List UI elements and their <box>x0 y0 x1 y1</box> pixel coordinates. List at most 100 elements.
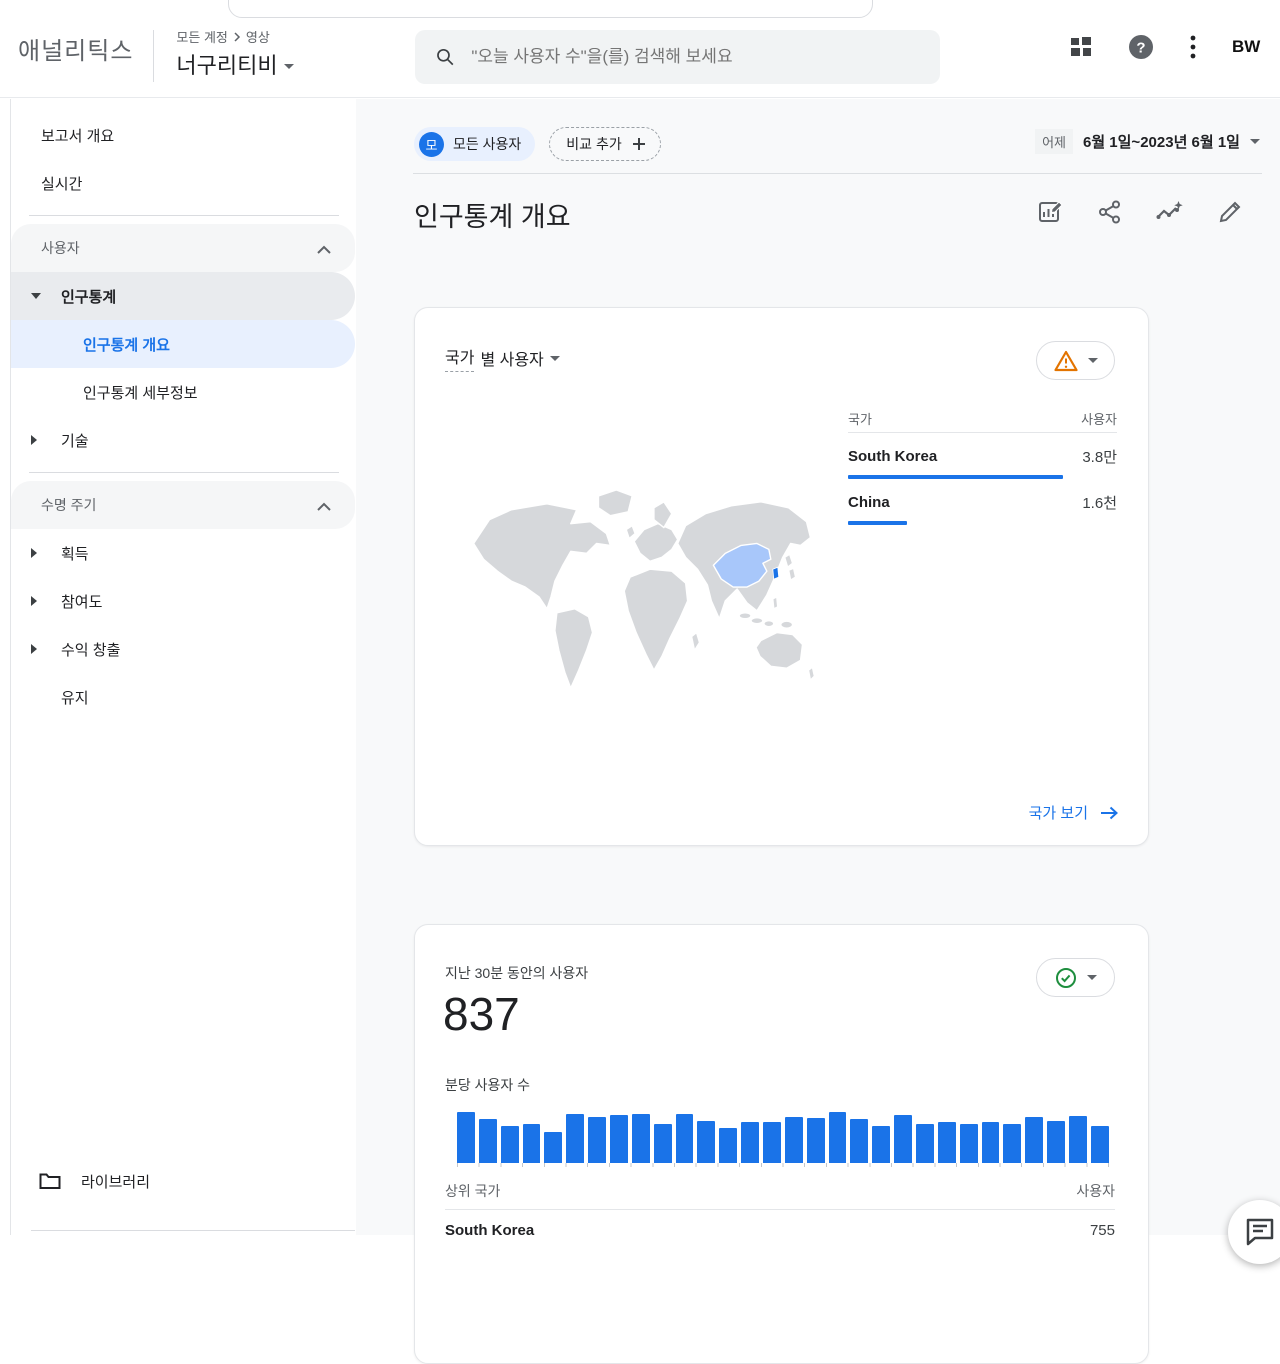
users-value: 3.8만 <box>1082 446 1117 467</box>
sidebar-item-realtime[interactable]: 실시간 <box>11 159 355 207</box>
table-row[interactable]: South Korea 755 <box>445 1222 1115 1239</box>
minute-bars <box>457 1105 1109 1163</box>
all-users-chip-avatar: 모 <box>419 132 444 157</box>
users-value: 1.6천 <box>1082 492 1117 513</box>
date-preset-badge: 어제 <box>1035 129 1073 154</box>
sidebar-item-lifecycle-section[interactable]: 수명 주기 <box>11 481 355 529</box>
table-row[interactable]: China 1.6천 <box>848 489 1117 525</box>
customize-chart-button[interactable] <box>1038 199 1064 225</box>
divider <box>848 432 1117 433</box>
map-greenland <box>598 490 632 516</box>
plus-icon <box>632 137 646 151</box>
map-south-korea-highlighted[interactable] <box>773 567 779 579</box>
add-comparison-button[interactable]: 비교 추가 <box>549 127 660 161</box>
view-countries-label: 국가 보기 <box>1029 802 1088 823</box>
minute-bar <box>982 1122 1000 1163</box>
all-users-chip-label: 모든 사용자 <box>453 134 521 154</box>
sidebar-item-label: 인구통계 개요 <box>83 334 170 355</box>
more-options-button[interactable] <box>1190 35 1196 59</box>
data-quality-button[interactable] <box>1036 341 1115 380</box>
sidebar-divider <box>29 215 339 216</box>
triangle-right-icon[interactable] <box>31 548 37 558</box>
account-breadcrumb[interactable]: 모든 계정 영상 너구리티비 <box>176 17 293 80</box>
country-name: China <box>848 494 890 511</box>
minute-bar <box>632 1114 650 1163</box>
country-bar <box>848 475 1063 479</box>
add-comparison-label: 비교 추가 <box>566 134 621 154</box>
users-per-minute-chart[interactable] <box>457 1105 1109 1167</box>
apps-grid-icon <box>1070 36 1092 58</box>
minute-bar <box>1003 1124 1021 1163</box>
sidebar-item-user-section[interactable]: 사용자 <box>11 224 355 272</box>
avatar[interactable]: BW <box>1232 37 1272 57</box>
sidebar-item-demographic-details[interactable]: 인구통계 세부정보 <box>11 368 355 416</box>
column-country: 국가 <box>848 409 872 428</box>
world-map[interactable] <box>459 486 837 694</box>
feedback-button[interactable] <box>1228 1200 1280 1264</box>
sidebar-item-engagement[interactable]: 참여도 <box>11 577 355 625</box>
feedback-bubble-icon <box>1245 1218 1275 1246</box>
minute-bar <box>719 1128 737 1163</box>
sidebar-item-demographics[interactable]: 인구통계 <box>11 272 355 320</box>
sidebar-item-library[interactable]: 라이브러리 <box>11 1157 355 1205</box>
country-name: South Korea <box>848 448 937 465</box>
insights-button[interactable] <box>1156 199 1184 225</box>
minute-bar <box>785 1117 803 1163</box>
triangle-right-icon[interactable] <box>31 435 37 445</box>
breadcrumb-account[interactable]: 모든 계정 <box>176 27 227 46</box>
divider <box>445 1209 1115 1210</box>
triangle-right-icon[interactable] <box>31 644 37 654</box>
realtime-users-value: 837 <box>443 987 520 1041</box>
users-value: 755 <box>1090 1222 1115 1239</box>
realtime-chart-label: 분당 사용자 수 <box>445 1075 530 1095</box>
help-button[interactable]: ? <box>1128 34 1154 60</box>
minute-bar <box>610 1115 628 1163</box>
map-indonesia-3 <box>764 621 774 627</box>
all-users-chip[interactable]: 모 모든 사용자 <box>414 127 535 161</box>
sidebar-item-monetization[interactable]: 수익 창출 <box>11 625 355 673</box>
country-users-table: 국가 사용자 South Korea 3.8만 China 1.6천 <box>848 404 1117 525</box>
sidebar-item-acquisition[interactable]: 획득 <box>11 529 355 577</box>
minute-bar <box>960 1124 978 1163</box>
minute-bar <box>1047 1121 1065 1163</box>
breadcrumb-section[interactable]: 영상 <box>246 27 270 46</box>
map-philippines <box>773 597 778 609</box>
sidebar-item-demographics-overview[interactable]: 인구통계 개요 <box>11 320 355 368</box>
date-range-picker[interactable]: 어제 6월 1일~2023년 6월 1일 <box>1035 129 1260 154</box>
triangle-down-icon[interactable] <box>31 293 41 299</box>
search-bar[interactable] <box>415 30 940 84</box>
triangle-right-icon[interactable] <box>31 596 37 606</box>
chevron-down-icon <box>1250 139 1260 144</box>
property-name[interactable]: 너구리티비 <box>176 48 277 80</box>
minute-bar <box>457 1112 475 1163</box>
map-new-zealand <box>808 667 814 680</box>
chevron-up-icon[interactable] <box>317 241 331 257</box>
edit-button[interactable] <box>1218 199 1242 225</box>
search-input[interactable] <box>471 47 920 67</box>
divider <box>153 30 154 82</box>
minute-bar <box>894 1115 912 1163</box>
users-by-country-card: 국가 별 사용자 <box>414 307 1149 846</box>
share-button[interactable] <box>1098 199 1122 225</box>
minute-bar <box>1069 1116 1087 1163</box>
apps-grid-button[interactable] <box>1070 36 1092 58</box>
report-nav-sidebar: 보고서 개요실시간사용자인구통계인구통계 개요인구통계 세부정보기술수명 주기획… <box>10 99 355 1235</box>
minute-bar <box>850 1119 868 1163</box>
sidebar-item-label: 수명 주기 <box>41 495 96 515</box>
card-dimension-selector[interactable]: 국가 별 사용자 <box>445 344 560 372</box>
sidebar-item-retention[interactable]: 유지 <box>11 673 355 721</box>
dimension-label[interactable]: 국가 <box>445 344 474 372</box>
sidebar-item-label: 인구통계 <box>61 286 116 307</box>
chevron-up-icon[interactable] <box>317 498 331 514</box>
column-users: 사용자 <box>1081 409 1117 428</box>
minute-bar <box>807 1118 825 1163</box>
sidebar-item-tech[interactable]: 기술 <box>11 416 355 464</box>
chevron-down-icon <box>284 64 294 69</box>
view-countries-link[interactable]: 국가 보기 <box>1029 802 1118 823</box>
minute-bar <box>1091 1126 1109 1163</box>
table-row[interactable]: South Korea 3.8만 <box>848 443 1117 479</box>
data-freshness-button[interactable] <box>1036 958 1115 997</box>
minute-bar <box>588 1117 606 1163</box>
svg-text:?: ? <box>1136 40 1145 57</box>
sidebar-item-reports-snapshot[interactable]: 보고서 개요 <box>11 111 355 159</box>
